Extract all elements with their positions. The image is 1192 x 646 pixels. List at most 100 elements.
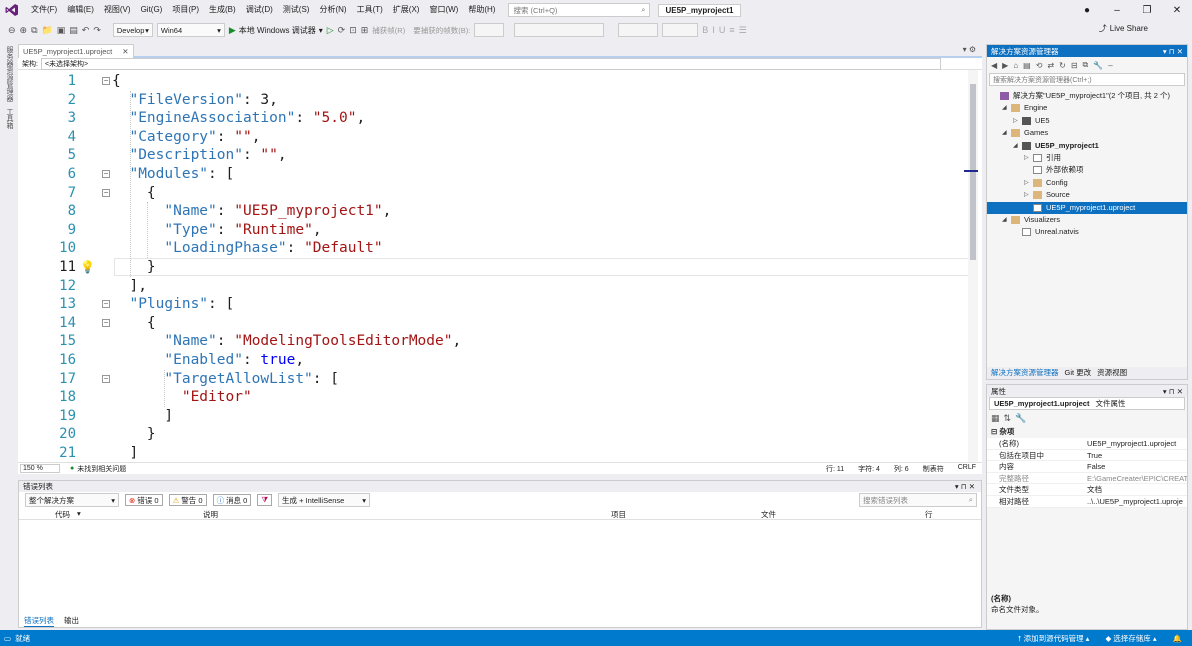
scope-select[interactable]: 整个解决方案 ▾ (25, 493, 119, 507)
new-project-icon[interactable]: ⧉ (31, 25, 37, 36)
expand-arrow-icon[interactable]: ▷ (1024, 189, 1029, 201)
switch-views-icon[interactable]: ▤ (1023, 61, 1031, 70)
tab-error-list[interactable]: 错误列表 (24, 615, 54, 627)
start-debug-button[interactable]: ▶ 本地 Windows 调试器 ▾ (229, 25, 323, 36)
show-all-files-icon[interactable]: ⧉ (1083, 60, 1089, 70)
filter-button[interactable]: ⧩ (257, 494, 273, 506)
align-icon[interactable]: ≡ (729, 25, 734, 35)
capture-frame-button[interactable]: 捕获帧(R) (372, 25, 405, 36)
toolbox-tab[interactable]: 工具箱 (4, 108, 14, 129)
size-combo[interactable] (662, 23, 699, 37)
expand-arrow-icon[interactable]: ◢ (1002, 102, 1007, 114)
schema-select[interactable]: <未选择架构> (40, 57, 941, 70)
menu-item[interactable]: 工具(T) (352, 0, 388, 20)
tree-item[interactable]: UE5P_myproject1.uproject (987, 201, 1187, 214)
account-avatar-icon[interactable]: ● (1072, 5, 1102, 16)
expand-arrow-icon[interactable]: ◢ (1002, 214, 1007, 226)
eol-indicator[interactable]: CRLF (958, 464, 976, 474)
italic-icon[interactable]: I (712, 25, 715, 35)
server-explorer-tab[interactable]: 服务器资源管理器 (4, 46, 14, 102)
close-window-button[interactable]: ✕ (1162, 5, 1192, 16)
properties-object-select[interactable]: UE5P_myproject1.uproject 文件属性 (989, 397, 1185, 410)
error-search-input[interactable]: 搜索错误列表 ⌕ (859, 493, 977, 507)
back-icon[interactable]: ⊖ (8, 25, 16, 36)
tab-solution-explorer[interactable]: 解决方案资源管理器 (991, 367, 1059, 379)
forward-icon[interactable]: ▶ (1002, 61, 1008, 70)
menu-item[interactable]: Git(G) (136, 0, 168, 20)
tree-item[interactable]: ▷ 引用 (987, 152, 1187, 164)
property-row[interactable]: (名称) UE5P_myproject1.uproject (987, 438, 1187, 450)
tab-output[interactable]: 输出 (64, 615, 79, 626)
menu-item[interactable]: 帮助(H) (463, 0, 500, 20)
menu-item[interactable]: 编辑(E) (62, 0, 99, 20)
column-code[interactable]: 代码 (55, 509, 70, 520)
expand-arrow-icon[interactable]: ◢ (1002, 127, 1007, 139)
tab-git-changes[interactable]: Git 更改 (1065, 367, 1092, 379)
search-box[interactable]: 搜索 (Ctrl+Q) ⌕ (508, 3, 651, 17)
sync-icon[interactable]: ⇄ (1047, 61, 1054, 70)
tree-item[interactable]: ◢ Engine (987, 102, 1187, 114)
capture-icon[interactable]: ⊞ (361, 25, 369, 36)
menu-item[interactable]: 扩展(X) (388, 0, 425, 20)
column-file[interactable]: 文件 (761, 509, 776, 520)
properties-category[interactable]: ⊟ 杂项 (987, 426, 1187, 438)
property-row[interactable]: 完整路径 E:\GameCreater\EPIC\CREAT (987, 472, 1187, 485)
panel-controls-icon[interactable]: ▾ ⊓ ✕ (955, 482, 975, 491)
refresh-icon[interactable]: ↻ (1059, 61, 1066, 70)
vertical-scrollbar[interactable] (964, 70, 978, 462)
tab-resource-view[interactable]: 资源视图 (1097, 367, 1127, 379)
menu-item[interactable]: 分析(N) (314, 0, 351, 20)
close-tab-icon[interactable]: ✕ (122, 47, 128, 56)
expand-arrow-icon[interactable]: ▷ (1024, 152, 1029, 164)
menu-item[interactable]: 文件(F) (26, 0, 62, 20)
start-without-debug-icon[interactable]: ▷ (327, 25, 334, 36)
minimize-button[interactable]: – (1102, 5, 1132, 16)
tree-item[interactable]: 外部依赖项 (987, 164, 1187, 176)
solution-search-input[interactable]: 搜索解决方案资源管理器(Ctrl+;) (989, 73, 1185, 86)
build-source-select[interactable]: 生成 + IntelliSense ▾ (278, 493, 371, 507)
bold-icon[interactable]: B (702, 25, 708, 35)
code-text[interactable]: { "FileVersion": 3, "EngineAssociation":… (112, 70, 972, 462)
underline-icon[interactable]: U (719, 25, 726, 35)
errors-filter-button[interactable]: ⊗ 错误 0 (125, 494, 163, 506)
tree-item[interactable]: ▷ Config (987, 177, 1187, 189)
expand-arrow-icon[interactable]: ▷ (1013, 115, 1018, 127)
document-tab[interactable]: UE5P_myproject1.uproject ✕ (18, 44, 134, 58)
menu-item[interactable]: 生成(B) (204, 0, 241, 20)
forward-icon[interactable]: ⊕ (20, 25, 28, 36)
lightbulb-icon[interactable]: 💡 (80, 260, 95, 274)
menu-item[interactable]: 测试(S) (278, 0, 315, 20)
menu-item[interactable]: 项目(P) (167, 0, 204, 20)
properties-icon[interactable]: 🔧 (1093, 61, 1103, 70)
warnings-filter-button[interactable]: ⚠ 警告 0 (168, 494, 207, 506)
open-icon[interactable]: 📁 (42, 25, 53, 36)
scrollbar-thumb[interactable] (970, 84, 976, 260)
issues-status[interactable]: 未找到相关问题 (77, 464, 126, 474)
collapse-all-icon[interactable]: ⊟ (1071, 61, 1078, 70)
menu-item[interactable]: 调试(D) (241, 0, 278, 20)
tab-indicator[interactable]: 制表符 (923, 464, 944, 474)
fold-toggle-icon[interactable]: − (102, 300, 110, 309)
back-icon[interactable]: ◀ (991, 61, 997, 70)
list-icon[interactable]: ☰ (739, 25, 747, 36)
browser-icon[interactable]: ⊡ (349, 25, 357, 36)
property-row[interactable]: 包括在项目中 True (987, 449, 1187, 462)
tab-overflow-icon[interactable]: ▾ ⚙ (963, 45, 976, 54)
configuration-select[interactable]: Develop ▾ (112, 23, 153, 37)
add-source-control-button[interactable]: ⭡ 添加到源代码管理 ▴ (1018, 633, 1089, 644)
tree-item[interactable]: ▷ UE5 (987, 115, 1187, 127)
column-line[interactable]: 行 (925, 509, 933, 520)
fold-toggle-icon[interactable]: − (102, 318, 110, 327)
column-project[interactable]: 项目 (611, 509, 626, 520)
home-icon[interactable]: ⌂ (1013, 61, 1018, 70)
code-editor[interactable]: 1 2 3 4 5 6 7 8 9 10 11 12 13 14 15 16 17 18 19 20 21 − − − − − −… (18, 70, 982, 462)
select-repo-button[interactable]: ◆ 选择存储库 ▴ (1105, 633, 1156, 644)
save-all-icon[interactable]: ▤ (69, 25, 78, 36)
tree-item[interactable]: 解决方案"UE5P_myproject1"(2 个项目, 共 2 个) (987, 90, 1187, 102)
property-row[interactable]: 内容 False (987, 461, 1187, 473)
tree-item[interactable]: ◢ Games (987, 127, 1187, 139)
notifications-icon[interactable]: 🔔 (1173, 634, 1182, 643)
pending-changes-icon[interactable]: ⟲ (1036, 61, 1043, 70)
property-row[interactable]: 文件类型 文档 (987, 484, 1187, 496)
frames-input[interactable] (474, 23, 505, 37)
